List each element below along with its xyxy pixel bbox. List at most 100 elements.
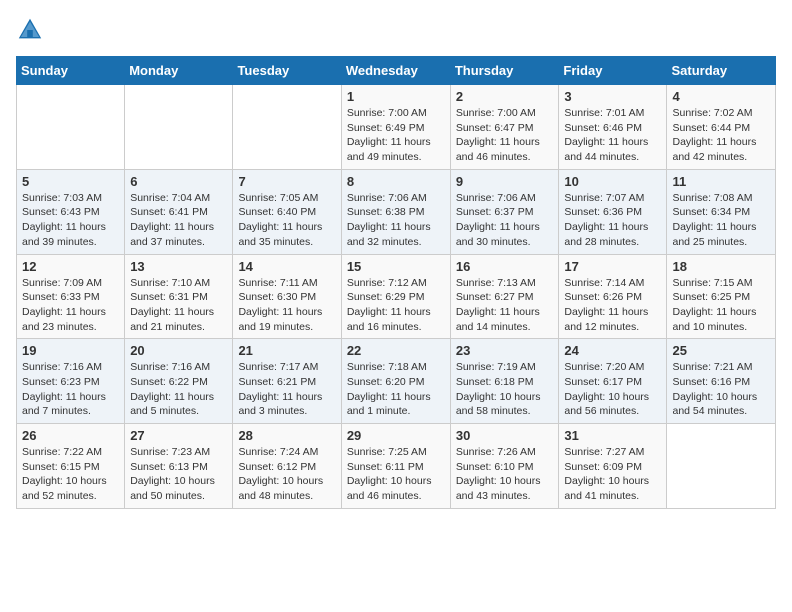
day-info: Sunrise: 7:08 AM Sunset: 6:34 PM Dayligh… bbox=[672, 191, 770, 250]
calendar-cell: 30 Sunrise: 7:26 AM Sunset: 6:10 PM Dayli… bbox=[450, 424, 559, 509]
day-number: 13 bbox=[130, 259, 227, 274]
calendar-cell: 24 Sunrise: 7:20 AM Sunset: 6:17 PM Dayli… bbox=[559, 339, 667, 424]
day-number: 27 bbox=[130, 428, 227, 443]
day-number: 5 bbox=[22, 174, 119, 189]
day-info: Sunrise: 7:15 AM Sunset: 6:25 PM Dayligh… bbox=[672, 276, 770, 335]
day-of-week-header: Wednesday bbox=[341, 57, 450, 85]
day-info: Sunrise: 7:23 AM Sunset: 6:13 PM Dayligh… bbox=[130, 445, 227, 504]
page-header bbox=[16, 16, 776, 44]
day-info: Sunrise: 7:20 AM Sunset: 6:17 PM Dayligh… bbox=[564, 360, 661, 419]
calendar-cell: 11 Sunrise: 7:08 AM Sunset: 6:34 PM Dayli… bbox=[667, 169, 776, 254]
calendar-cell: 4Sunrise: 7:02 AM Sunset: 6:44 PM Daylig… bbox=[667, 85, 776, 170]
day-of-week-header: Tuesday bbox=[233, 57, 341, 85]
day-info: Sunrise: 7:05 AM Sunset: 6:40 PM Dayligh… bbox=[238, 191, 335, 250]
calendar-cell: 27 Sunrise: 7:23 AM Sunset: 6:13 PM Dayli… bbox=[125, 424, 233, 509]
day-of-week-header: Sunday bbox=[17, 57, 125, 85]
calendar-cell: 9 Sunrise: 7:06 AM Sunset: 6:37 PM Daylig… bbox=[450, 169, 559, 254]
day-number: 26 bbox=[22, 428, 119, 443]
day-number: 28 bbox=[238, 428, 335, 443]
day-number: 1 bbox=[347, 89, 445, 104]
day-info: Sunrise: 7:06 AM Sunset: 6:37 PM Dayligh… bbox=[456, 191, 554, 250]
day-info: Sunrise: 7:25 AM Sunset: 6:11 PM Dayligh… bbox=[347, 445, 445, 504]
day-number: 22 bbox=[347, 343, 445, 358]
calendar-cell: 14 Sunrise: 7:11 AM Sunset: 6:30 PM Dayli… bbox=[233, 254, 341, 339]
day-number: 17 bbox=[564, 259, 661, 274]
calendar-week-row: 19 Sunrise: 7:16 AM Sunset: 6:23 PM Dayli… bbox=[17, 339, 776, 424]
calendar-cell: 25 Sunrise: 7:21 AM Sunset: 6:16 PM Dayli… bbox=[667, 339, 776, 424]
day-number: 10 bbox=[564, 174, 661, 189]
day-info: Sunrise: 7:01 AM Sunset: 6:46 PM Dayligh… bbox=[564, 106, 661, 165]
day-info: Sunrise: 7:14 AM Sunset: 6:26 PM Dayligh… bbox=[564, 276, 661, 335]
day-number: 25 bbox=[672, 343, 770, 358]
calendar-week-row: 5 Sunrise: 7:03 AM Sunset: 6:43 PM Daylig… bbox=[17, 169, 776, 254]
day-of-week-header: Friday bbox=[559, 57, 667, 85]
day-info: Sunrise: 7:26 AM Sunset: 6:10 PM Dayligh… bbox=[456, 445, 554, 504]
day-of-week-header: Thursday bbox=[450, 57, 559, 85]
day-info: Sunrise: 7:03 AM Sunset: 6:43 PM Dayligh… bbox=[22, 191, 119, 250]
day-info: Sunrise: 7:09 AM Sunset: 6:33 PM Dayligh… bbox=[22, 276, 119, 335]
day-number: 3 bbox=[564, 89, 661, 104]
calendar-cell: 7 Sunrise: 7:05 AM Sunset: 6:40 PM Daylig… bbox=[233, 169, 341, 254]
calendar-cell: 6Sunrise: 7:04 AM Sunset: 6:41 PM Daylig… bbox=[125, 169, 233, 254]
day-info: Sunrise: 7:10 AM Sunset: 6:31 PM Dayligh… bbox=[130, 276, 227, 335]
calendar-cell: 10 Sunrise: 7:07 AM Sunset: 6:36 PM Dayli… bbox=[559, 169, 667, 254]
day-number: 23 bbox=[456, 343, 554, 358]
calendar-cell: 21Sunrise: 7:17 AM Sunset: 6:21 PM Dayli… bbox=[233, 339, 341, 424]
calendar-cell: 29 Sunrise: 7:25 AM Sunset: 6:11 PM Dayli… bbox=[341, 424, 450, 509]
day-info: Sunrise: 7:21 AM Sunset: 6:16 PM Dayligh… bbox=[672, 360, 770, 419]
day-number: 2 bbox=[456, 89, 554, 104]
day-of-week-header: Saturday bbox=[667, 57, 776, 85]
day-number: 20 bbox=[130, 343, 227, 358]
calendar-cell: 3 Sunrise: 7:01 AM Sunset: 6:46 PM Daylig… bbox=[559, 85, 667, 170]
calendar-cell: 31 Sunrise: 7:27 AM Sunset: 6:09 PM Dayli… bbox=[559, 424, 667, 509]
calendar-cell: 2Sunrise: 7:00 AM Sunset: 6:47 PM Daylig… bbox=[450, 85, 559, 170]
day-info: Sunrise: 7:18 AM Sunset: 6:20 PM Dayligh… bbox=[347, 360, 445, 419]
calendar-cell: 23Sunrise: 7:19 AM Sunset: 6:18 PM Dayli… bbox=[450, 339, 559, 424]
logo bbox=[16, 16, 48, 44]
day-number: 4 bbox=[672, 89, 770, 104]
calendar-cell: 16 Sunrise: 7:13 AM Sunset: 6:27 PM Dayli… bbox=[450, 254, 559, 339]
day-number: 31 bbox=[564, 428, 661, 443]
logo-icon bbox=[16, 16, 44, 44]
day-number: 24 bbox=[564, 343, 661, 358]
day-info: Sunrise: 7:07 AM Sunset: 6:36 PM Dayligh… bbox=[564, 191, 661, 250]
day-number: 14 bbox=[238, 259, 335, 274]
calendar-table: SundayMondayTuesdayWednesdayThursdayFrid… bbox=[16, 56, 776, 509]
calendar-cell bbox=[667, 424, 776, 509]
day-number: 19 bbox=[22, 343, 119, 358]
calendar-cell bbox=[17, 85, 125, 170]
day-info: Sunrise: 7:12 AM Sunset: 6:29 PM Dayligh… bbox=[347, 276, 445, 335]
day-number: 11 bbox=[672, 174, 770, 189]
calendar-cell: 20 Sunrise: 7:16 AM Sunset: 6:22 PM Dayli… bbox=[125, 339, 233, 424]
day-number: 16 bbox=[456, 259, 554, 274]
calendar-week-row: 26 Sunrise: 7:22 AM Sunset: 6:15 PM Dayli… bbox=[17, 424, 776, 509]
calendar-cell: 18 Sunrise: 7:15 AM Sunset: 6:25 PM Dayli… bbox=[667, 254, 776, 339]
day-info: Sunrise: 7:11 AM Sunset: 6:30 PM Dayligh… bbox=[238, 276, 335, 335]
calendar-cell: 19 Sunrise: 7:16 AM Sunset: 6:23 PM Dayli… bbox=[17, 339, 125, 424]
day-number: 8 bbox=[347, 174, 445, 189]
calendar-cell: 1 Sunrise: 7:00 AM Sunset: 6:49 PM Daylig… bbox=[341, 85, 450, 170]
day-number: 9 bbox=[456, 174, 554, 189]
day-number: 18 bbox=[672, 259, 770, 274]
day-info: Sunrise: 7:24 AM Sunset: 6:12 PM Dayligh… bbox=[238, 445, 335, 504]
day-number: 29 bbox=[347, 428, 445, 443]
calendar-cell bbox=[125, 85, 233, 170]
calendar-cell: 28 Sunrise: 7:24 AM Sunset: 6:12 PM Dayli… bbox=[233, 424, 341, 509]
day-info: Sunrise: 7:22 AM Sunset: 6:15 PM Dayligh… bbox=[22, 445, 119, 504]
calendar-cell: 12Sunrise: 7:09 AM Sunset: 6:33 PM Dayli… bbox=[17, 254, 125, 339]
day-info: Sunrise: 7:27 AM Sunset: 6:09 PM Dayligh… bbox=[564, 445, 661, 504]
day-number: 7 bbox=[238, 174, 335, 189]
day-number: 15 bbox=[347, 259, 445, 274]
calendar-cell: 17 Sunrise: 7:14 AM Sunset: 6:26 PM Dayli… bbox=[559, 254, 667, 339]
calendar-cell: 8 Sunrise: 7:06 AM Sunset: 6:38 PM Daylig… bbox=[341, 169, 450, 254]
day-info: Sunrise: 7:13 AM Sunset: 6:27 PM Dayligh… bbox=[456, 276, 554, 335]
calendar-cell: 15 Sunrise: 7:12 AM Sunset: 6:29 PM Dayli… bbox=[341, 254, 450, 339]
day-info: Sunrise: 7:17 AM Sunset: 6:21 PM Dayligh… bbox=[238, 360, 335, 419]
calendar-header-row: SundayMondayTuesdayWednesdayThursdayFrid… bbox=[17, 57, 776, 85]
day-info: Sunrise: 7:16 AM Sunset: 6:22 PM Dayligh… bbox=[130, 360, 227, 419]
day-number: 30 bbox=[456, 428, 554, 443]
day-info: Sunrise: 7:06 AM Sunset: 6:38 PM Dayligh… bbox=[347, 191, 445, 250]
day-info: Sunrise: 7:00 AM Sunset: 6:49 PM Dayligh… bbox=[347, 106, 445, 165]
calendar-week-row: 12Sunrise: 7:09 AM Sunset: 6:33 PM Dayli… bbox=[17, 254, 776, 339]
day-info: Sunrise: 7:16 AM Sunset: 6:23 PM Dayligh… bbox=[22, 360, 119, 419]
